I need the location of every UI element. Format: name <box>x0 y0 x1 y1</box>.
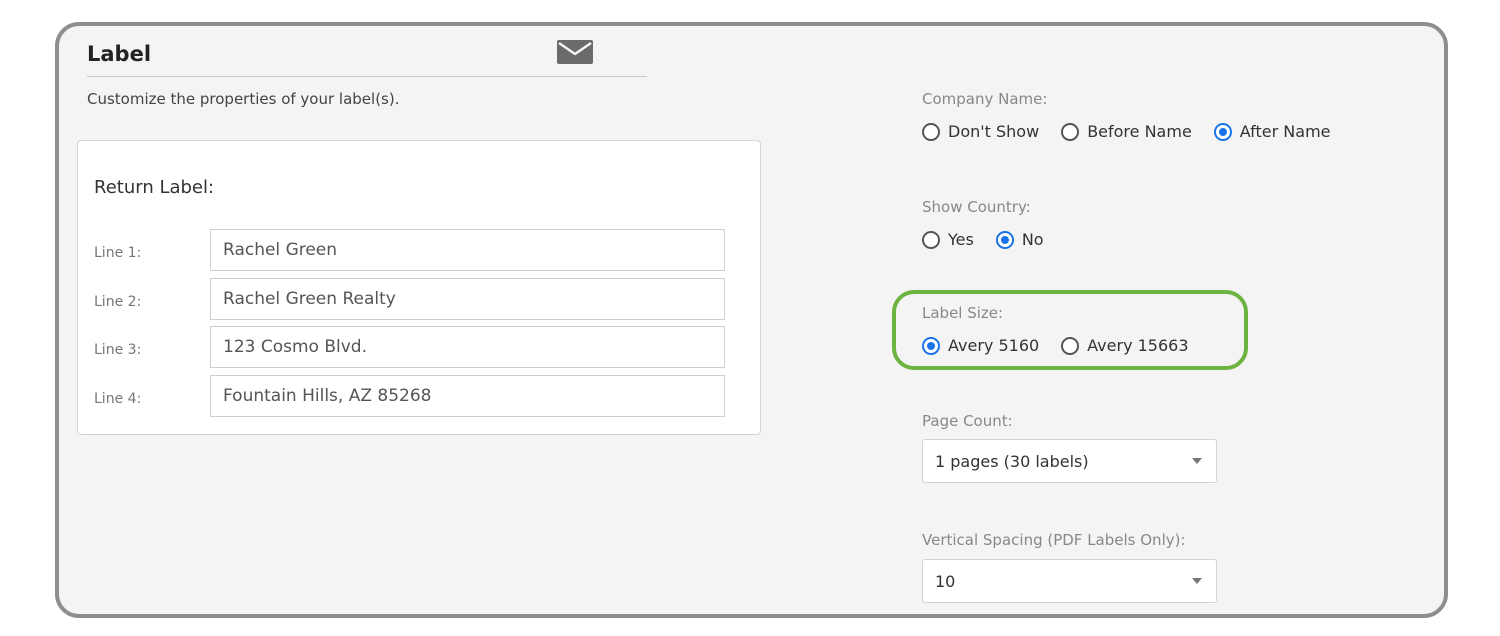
company-name-label: Company Name: <box>922 90 1048 108</box>
company-name-option-after-name[interactable]: After Name <box>1213 122 1331 141</box>
line-2-input[interactable] <box>210 278 725 320</box>
envelope-icon[interactable] <box>557 40 593 64</box>
chevron-down-icon <box>1192 458 1202 464</box>
title-divider <box>87 76 647 77</box>
chevron-down-icon <box>1192 578 1202 584</box>
vertical-spacing-label: Vertical Spacing (PDF Labels Only): <box>922 531 1186 549</box>
radio-icon <box>1061 336 1080 355</box>
show-country-option-no[interactable]: No <box>995 230 1044 249</box>
show-country-option-yes[interactable]: Yes <box>922 230 974 249</box>
line-3-input[interactable] <box>210 326 725 368</box>
return-label-title: Return Label: <box>94 177 215 198</box>
radio-icon <box>1061 122 1080 141</box>
label-size-label: Label Size: <box>922 304 1004 322</box>
show-country-label: Show Country: <box>922 198 1031 216</box>
page-count-value: 1 pages (30 labels) <box>935 451 1089 471</box>
vertical-spacing-value: 10 <box>935 571 956 591</box>
page-count-select[interactable]: 1 pages (30 labels) <box>922 439 1217 483</box>
show-country-options: Yes No <box>922 230 1066 249</box>
radio-selected-icon <box>1213 122 1232 141</box>
label-settings-panel: Label Customize the properties of your l… <box>55 22 1448 618</box>
line-1-input[interactable] <box>210 229 725 271</box>
radio-selected-icon <box>922 336 940 355</box>
label-size-highlight <box>892 290 1248 370</box>
line-4-label: Line 4: <box>94 391 142 407</box>
label-size-option-avery-5160[interactable]: Avery 5160 <box>922 336 1039 355</box>
return-label-box: Return Label: Line 1: Line 2: Line 3: Li… <box>77 140 761 435</box>
company-name-option-dont-show[interactable]: Don't Show <box>922 122 1039 141</box>
line-1-label: Line 1: <box>94 245 142 261</box>
company-name-option-before-name[interactable]: Before Name <box>1061 122 1192 141</box>
line-3-label: Line 3: <box>94 342 142 358</box>
label-size-option-avery-15663[interactable]: Avery 15663 <box>1061 336 1189 355</box>
page-subtitle: Customize the properties of your label(s… <box>87 90 400 108</box>
page-title: Label <box>87 42 152 66</box>
line-2-label: Line 2: <box>94 294 142 310</box>
line-4-input[interactable] <box>210 375 725 417</box>
radio-icon <box>922 230 940 249</box>
company-name-options: Don't Show Before Name After Name <box>922 122 1353 141</box>
vertical-spacing-select[interactable]: 10 <box>922 559 1217 603</box>
radio-selected-icon <box>995 230 1014 249</box>
label-size-options: Avery 5160 Avery 15663 <box>922 336 1211 355</box>
page-count-label: Page Count: <box>922 412 1013 430</box>
radio-icon <box>922 122 940 141</box>
